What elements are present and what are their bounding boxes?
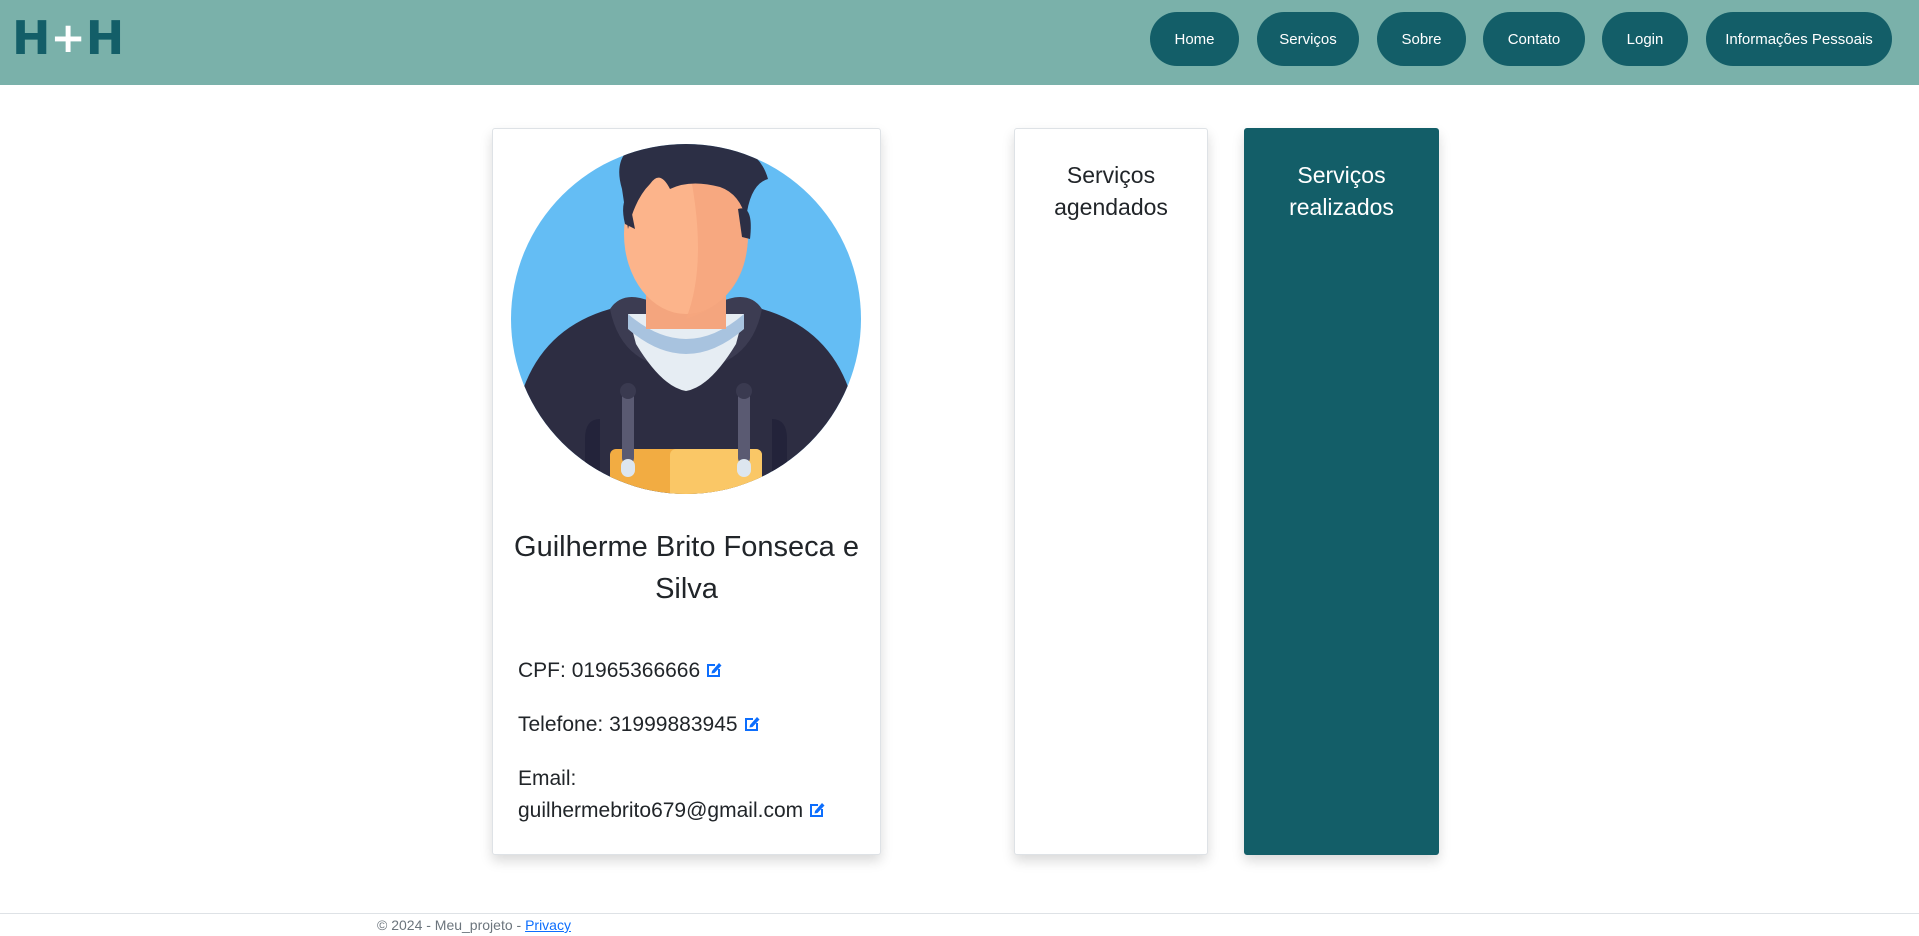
telefone-row: Telefone: 31999883945 <box>518 709 762 741</box>
servicos-realizados-panel[interactable]: Serviços realizados <box>1244 128 1439 855</box>
email-value: guilhermebrito679@gmail.com <box>518 799 804 822</box>
privacy-link[interactable]: Privacy <box>525 917 571 933</box>
servicos-agendados-title: Serviços agendados <box>1015 159 1207 223</box>
servicos-agendados-panel[interactable]: Serviços agendados <box>1014 128 1208 855</box>
realizados-title-line1: Serviços <box>1297 162 1386 188</box>
cpf-value: 01965366666 <box>571 659 701 682</box>
email-label: Email: <box>518 767 577 790</box>
edit-telefone-icon[interactable] <box>742 714 762 734</box>
email-row: Email: guilhermebrito679@gmail.com <box>518 763 858 827</box>
logo-letter-right: H <box>85 11 124 65</box>
nav-home-button[interactable]: Home <box>1150 12 1239 66</box>
user-avatar-icon <box>511 144 861 494</box>
profile-name: Guilherme Brito Fonseca e Silva <box>514 531 859 605</box>
brand-logo[interactable]: H + H <box>12 11 124 65</box>
realizados-title-line2: realizados <box>1289 194 1394 220</box>
telefone-value: 31999883945 <box>609 713 738 736</box>
nav-sobre-button[interactable]: Sobre <box>1377 12 1466 66</box>
cpf-label: CPF: <box>518 659 566 682</box>
logo-letter-left: H <box>12 11 50 65</box>
nav-servicos-button[interactable]: Serviços <box>1257 12 1359 66</box>
agendados-title-line1: Serviços <box>1066 162 1156 188</box>
nav-informacoes-pessoais-button[interactable]: Informações Pessoais <box>1706 12 1892 66</box>
logo-plus: + <box>50 13 86 62</box>
nav-contato-button[interactable]: Contato <box>1483 12 1585 66</box>
edit-email-icon[interactable] <box>807 800 827 820</box>
agendados-title-line2: agendados <box>1054 194 1168 220</box>
footer: © 2024 - Meu_projeto - Privacy <box>377 916 571 934</box>
cpf-row: CPF: 01965366666 <box>518 655 724 687</box>
telefone-label: Telefone: <box>518 713 604 736</box>
footer-divider <box>0 913 1919 914</box>
top-navbar: H + H Home Serviços Sobre Contato Login In… <box>0 0 1919 85</box>
servicos-realizados-title: Serviços realizados <box>1245 159 1438 223</box>
nav-login-button[interactable]: Login <box>1602 12 1688 66</box>
edit-cpf-icon[interactable] <box>704 660 724 680</box>
profile-card: Guilherme Brito Fonseca e Silva CPF: 019… <box>492 128 881 855</box>
footer-copyright: © 2024 - Meu_projeto - <box>377 917 526 933</box>
